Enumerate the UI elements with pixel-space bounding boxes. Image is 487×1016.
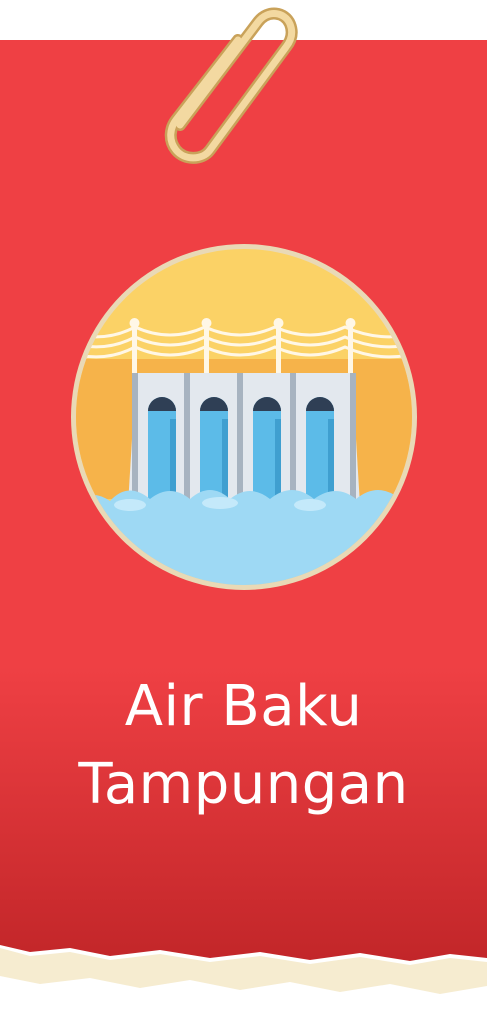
dam-icon [70, 243, 418, 591]
tampungan-card-page: Air Baku Tampungan [0, 0, 487, 1016]
title-line-2: Tampungan [78, 752, 409, 817]
card-title: Air Baku Tampungan [0, 668, 487, 824]
title-line-1: Air Baku [124, 674, 363, 739]
paperclip-icon [140, 0, 300, 165]
